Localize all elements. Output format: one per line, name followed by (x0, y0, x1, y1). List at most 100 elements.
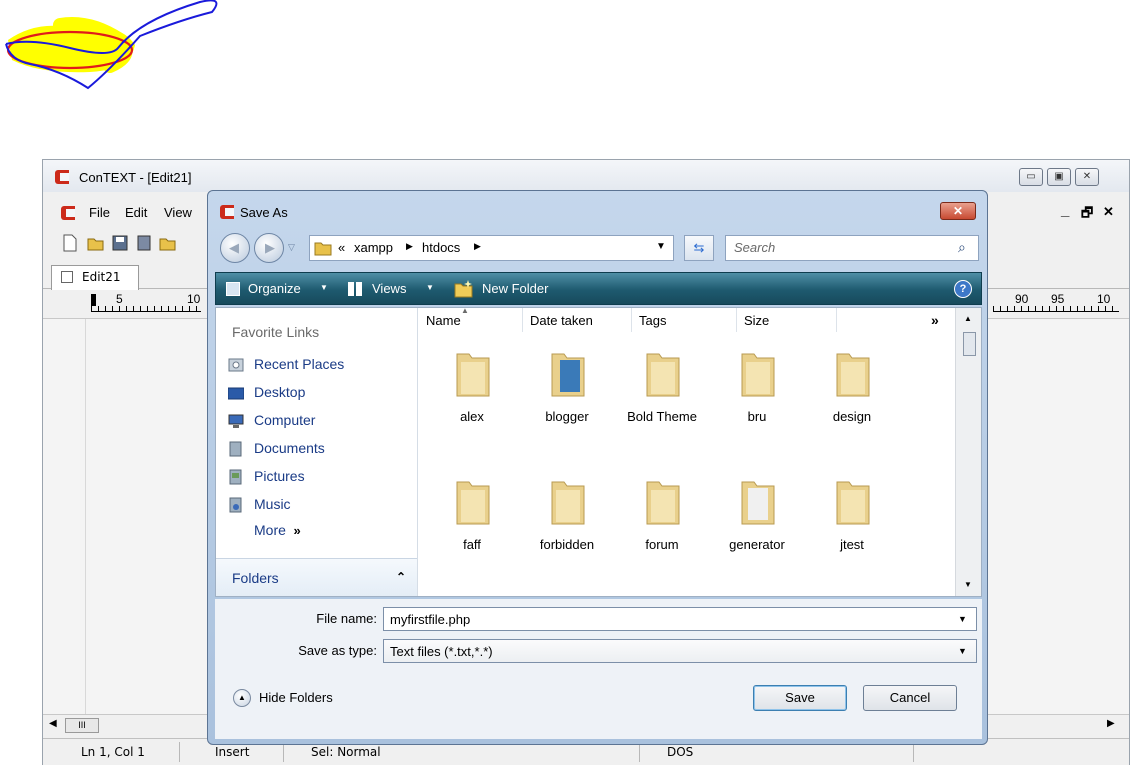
folder-icon (741, 481, 775, 525)
folder-item[interactable]: forbidden (532, 472, 602, 572)
dialog-body: Favorite Links Recent Places Desktop Com… (215, 306, 982, 597)
save-file-icon[interactable] (111, 234, 129, 252)
search-icon[interactable]: ⌕ (958, 239, 966, 256)
file-name-field[interactable]: myfirstfile.php ▼ (383, 607, 977, 631)
more-chevron-icon: » (293, 523, 301, 538)
dialog-close-button[interactable]: ✕ (940, 202, 976, 220)
gutter-line (85, 319, 86, 715)
column-name[interactable]: Name ▲ (419, 306, 523, 332)
folder-item[interactable]: faff (437, 472, 507, 572)
search-input[interactable]: Search ⌕ (725, 235, 979, 261)
tab-edit21[interactable]: Edit21 (51, 265, 139, 291)
save-type-select[interactable]: Text files (*.txt,*.*) ▼ (383, 639, 977, 663)
folder-item[interactable]: design (817, 344, 887, 444)
breadcrumb-separator-icon[interactable]: ▶ (474, 241, 481, 252)
new-file-icon[interactable] (61, 234, 79, 252)
forward-arrow-icon: ▶ (265, 240, 275, 255)
mdi-close-icon[interactable]: ✕ (1103, 204, 1114, 220)
folder-item[interactable]: Bold Theme (627, 344, 697, 444)
sort-up-icon: ▲ (461, 306, 469, 315)
search-placeholder: Search (734, 240, 776, 255)
ruler-label: 10 (1097, 292, 1111, 306)
fav-music[interactable]: Music (228, 494, 408, 516)
breadcrumb-htdocs[interactable]: htdocs (422, 240, 460, 255)
new-folder-button[interactable]: New Folder (482, 281, 548, 296)
folder-label: faff (463, 537, 481, 552)
status-divider (913, 742, 914, 762)
status-divider (283, 742, 284, 762)
address-bar[interactable]: « xampp ▶ htdocs ▶ ▼ (309, 235, 674, 261)
maximize-button[interactable]: ▣ (1047, 168, 1071, 186)
back-button[interactable]: ◀ (220, 233, 250, 263)
help-icon[interactable]: ? (954, 280, 972, 298)
music-icon (229, 497, 242, 513)
open-folder-icon[interactable] (159, 234, 177, 252)
mdi-restore-icon[interactable]: 🗗 (1081, 204, 1093, 226)
more-links-button[interactable]: More » (254, 522, 301, 538)
ruler-label: 10 (187, 292, 201, 306)
more-columns-icon[interactable]: » (931, 312, 939, 328)
vertical-scrollbar[interactable]: ▲ ▼ (955, 308, 981, 596)
open-file-icon[interactable] (87, 234, 105, 252)
folder-icon (646, 481, 680, 525)
chevron-up-icon: ⌃ (396, 570, 407, 584)
ruler-ticks (993, 306, 1119, 312)
ruler-marker[interactable] (91, 294, 96, 306)
refresh-icon[interactable]: ⇆ (684, 235, 714, 261)
forward-button[interactable]: ▶ (254, 233, 284, 263)
pictures-icon (229, 469, 242, 485)
history-dropdown-icon[interactable]: ▽ (288, 242, 295, 253)
scroll-thumb[interactable]: III (65, 718, 99, 733)
folder-icon (836, 481, 870, 525)
scroll-right-icon[interactable]: ▶ (1107, 718, 1115, 729)
ruler-label: 95 (1051, 292, 1065, 306)
cancel-button[interactable]: Cancel (863, 685, 957, 711)
file-list[interactable]: Name ▲ Date taken Tags Size » alex blogg… (419, 306, 954, 596)
breadcrumb-overflow[interactable]: « (338, 240, 345, 255)
fav-label: Computer (254, 412, 316, 428)
cursor-position: Ln 1, Col 1 (81, 745, 145, 759)
folder-item[interactable]: jtest (817, 472, 887, 572)
file-name-label: File name: (316, 611, 377, 626)
close-button[interactable]: ✕ (1075, 168, 1099, 186)
folder-item[interactable]: generator (722, 472, 792, 572)
fav-recent-places[interactable]: Recent Places (228, 354, 408, 376)
scroll-thumb[interactable] (963, 332, 976, 356)
minimize-button[interactable]: ▭ (1019, 168, 1043, 186)
folder-icon (456, 353, 490, 397)
fav-documents[interactable]: Documents (228, 438, 408, 460)
save-all-icon[interactable] (135, 234, 153, 252)
breadcrumb-xampp[interactable]: xampp (354, 240, 393, 255)
fav-pictures[interactable]: Pictures (228, 466, 408, 488)
save-button[interactable]: Save (753, 685, 847, 711)
views-dropdown-icon[interactable]: ▼ (426, 283, 434, 292)
scroll-left-icon[interactable]: ◀ (49, 718, 57, 729)
folder-item[interactable]: forum (627, 472, 697, 572)
save-as-dialog: Save As ✕ ◀ ▶ ▽ « xampp ▶ htdocs ▶ ▼ ⇆ S… (207, 190, 988, 745)
fav-label: Documents (254, 440, 325, 456)
fav-computer[interactable]: Computer (228, 410, 408, 432)
fav-desktop[interactable]: Desktop (228, 382, 408, 404)
column-date-taken[interactable]: Date taken (523, 308, 632, 332)
column-tags[interactable]: Tags (632, 308, 737, 332)
scroll-up-icon[interactable]: ▲ (964, 314, 972, 323)
menu-file[interactable]: File (89, 205, 110, 220)
breadcrumb-separator-icon[interactable]: ▶ (406, 241, 413, 252)
mdi-minimize-icon[interactable]: _ (1061, 202, 1069, 219)
folders-toggle[interactable]: Folders ⌃ (216, 558, 417, 596)
folder-item[interactable]: alex (437, 344, 507, 444)
file-name-dropdown-icon[interactable]: ▼ (958, 614, 967, 624)
menu-edit[interactable]: Edit (125, 205, 147, 220)
address-dropdown-icon[interactable]: ▼ (656, 241, 666, 252)
organize-dropdown-icon[interactable]: ▼ (320, 283, 328, 292)
folder-item[interactable]: blogger (532, 344, 602, 444)
organize-button[interactable]: Organize (248, 281, 301, 296)
views-button[interactable]: Views (372, 281, 406, 296)
folder-item[interactable]: bru (722, 344, 792, 444)
status-divider (639, 742, 640, 762)
save-type-dropdown-icon[interactable]: ▼ (958, 646, 967, 656)
column-size[interactable]: Size (737, 308, 837, 332)
folder-icon (314, 242, 332, 256)
menu-view[interactable]: View (164, 205, 192, 220)
scroll-down-icon[interactable]: ▼ (964, 580, 972, 589)
